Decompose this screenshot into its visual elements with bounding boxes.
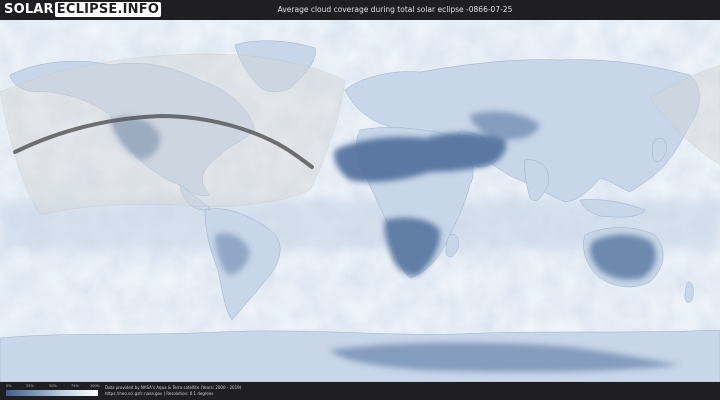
cloud-coverage-map	[0, 20, 720, 382]
data-credit: Data provided by NASA's Aqua & Terra sat…	[105, 385, 241, 397]
site-logo[interactable]: SOLAR ECLIPSE.INFO	[4, 2, 162, 18]
legend-tick-0: 0%	[6, 384, 12, 388]
legend-tick-50: 50%	[49, 384, 57, 388]
legend-tick-25: 25%	[26, 384, 34, 388]
logo-part-solar: SOLAR	[4, 2, 54, 17]
legend-tick-75: 75%	[71, 384, 79, 388]
cloud-coverage-legend: 0% 25% 50% 75% 100%	[6, 384, 101, 398]
legend-tick-100: 100%	[90, 384, 101, 388]
world-map-svg	[0, 20, 720, 382]
header-bar: SOLAR ECLIPSE.INFO Average cloud coverage…	[0, 0, 720, 20]
credit-line-2[interactable]: https://neo.sci.gsfc.nasa.gov | Resoluti…	[105, 391, 241, 397]
logo-part-eclipse: ECLIPSE.INFO	[54, 2, 162, 17]
legend-gradient-bar	[6, 390, 98, 396]
footer-bar: 0% 25% 50% 75% 100% Data provided by NAS…	[0, 382, 720, 400]
page-title: Average cloud coverage during total sola…	[277, 5, 513, 14]
